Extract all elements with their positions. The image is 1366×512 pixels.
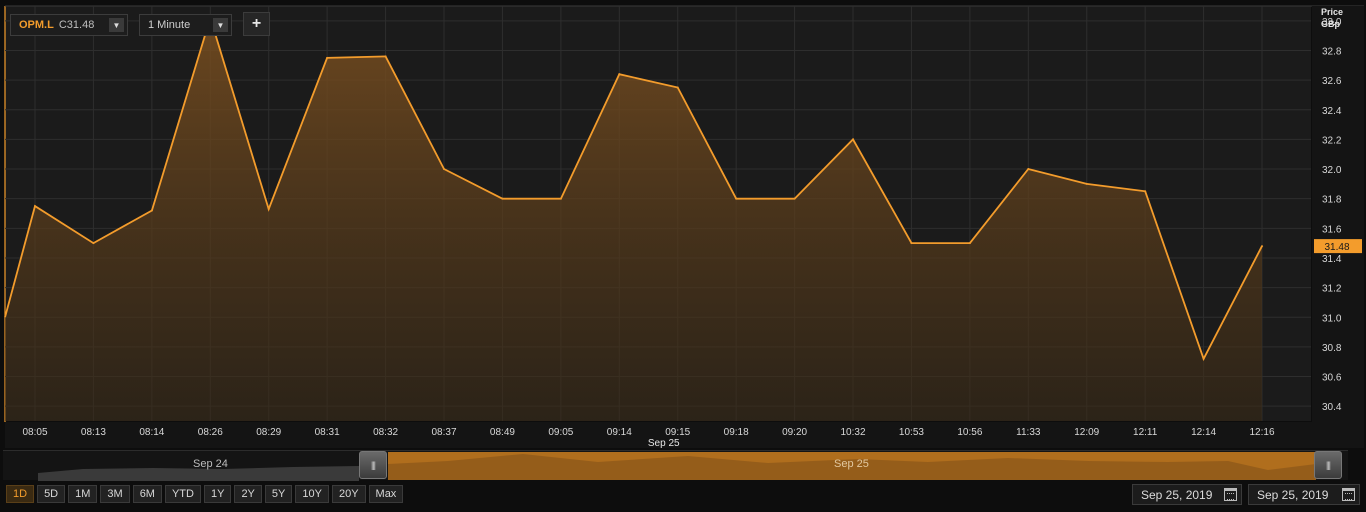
data-point (852, 138, 855, 141)
x-tick-label: 08:13 (81, 427, 106, 438)
x-tick-label: 08:32 (373, 427, 398, 438)
chart-frame: 33.0 32.8 32.6 32.4 32.2 32.0 31.8 31.6 31.4 31.2… (0, 0, 1366, 512)
range-button-1d[interactable]: 1D (6, 485, 35, 503)
range-button-10y[interactable]: 10Y (295, 485, 329, 503)
navigator-label-current: Sep 25 (834, 458, 869, 470)
navigator-right-handle[interactable]: ||| (1314, 451, 1342, 479)
y-tick-label: 30.8 (1322, 343, 1342, 354)
y-tick-label: 32.2 (1322, 135, 1342, 146)
y-tick-label: 32.8 (1322, 46, 1342, 57)
range-button-ytd[interactable]: YTD (164, 485, 201, 503)
x-tick-label: 10:53 (899, 427, 924, 438)
y-tick-label: 31.6 (1322, 224, 1342, 235)
range-button-5y[interactable]: 5Y (264, 485, 293, 503)
data-point (384, 55, 387, 58)
x-tick-label: 08:14 (139, 427, 164, 438)
x-tick-label: 10:32 (841, 427, 866, 438)
data-point (1027, 168, 1030, 171)
close-value: C31.48 (59, 19, 94, 31)
data-point (150, 209, 153, 212)
data-point (92, 242, 95, 245)
data-point (1144, 190, 1147, 193)
data-point (1085, 182, 1088, 185)
y-axis-title: Price GBp (1321, 6, 1343, 30)
interval-dropdown-arrow-icon[interactable]: ▼ (213, 18, 228, 32)
x-tick-label: 09:18 (724, 427, 749, 438)
x-tick-label: 09:15 (665, 427, 690, 438)
x-tick-label: 08:26 (198, 427, 223, 438)
data-point (676, 86, 679, 89)
range-button-1y[interactable]: 1Y (203, 485, 232, 503)
calendar-icon[interactable] (1342, 488, 1355, 501)
interval-label: 1 Minute (148, 19, 191, 31)
last-price-tag-label: 31.48 (1324, 242, 1349, 253)
data-point (34, 205, 36, 208)
date-to-value: Sep 25, 2019 (1257, 487, 1329, 502)
date-from-field[interactable]: Sep 25, 2019 (1132, 484, 1242, 505)
x-tick-label: 08:31 (315, 427, 340, 438)
navigator-left-handle[interactable]: ||| (359, 451, 387, 479)
data-point (1261, 245, 1264, 248)
data-point (1202, 357, 1205, 360)
x-tick-label: 08:49 (490, 427, 515, 438)
x-date-label: Sep 25 (648, 438, 680, 449)
y-tick-label: 31.4 (1322, 254, 1342, 265)
last-price-tag: 31.48 (1314, 239, 1362, 254)
data-point (910, 242, 913, 245)
data-point (793, 197, 796, 200)
x-tick-label: 12:16 (1250, 427, 1275, 438)
y-tick-label: 30.4 (1322, 402, 1342, 413)
y-axis-title-price: Price (1321, 7, 1344, 17)
calendar-icon[interactable] (1224, 488, 1237, 501)
symbol-label: OPM.L (19, 19, 54, 31)
y-tick-label: 30.6 (1322, 373, 1342, 384)
y-axis-title-unit: GBp (1321, 19, 1340, 29)
y-tick-label: 31.8 (1322, 195, 1342, 206)
interval-selector[interactable]: 1 Minute ▼ (139, 14, 232, 36)
range-button-20y[interactable]: 20Y (331, 485, 366, 503)
x-tick-label: 08:29 (256, 427, 281, 438)
range-button-bar: 1D 5D 1M 3M 6M YTD 1Y 2Y 5Y 10Y 20Y Max (6, 485, 404, 503)
x-tick-label: 09:20 (782, 427, 807, 438)
range-button-1m[interactable]: 1M (68, 485, 98, 503)
price-chart: 33.032.832.632.432.232.031.831.631.431.2… (4, 5, 1364, 449)
x-tick-label: 12:11 (1133, 427, 1158, 438)
right-axis-background (1312, 6, 1364, 422)
range-button-max[interactable]: Max (368, 485, 404, 503)
range-button-5d[interactable]: 5D (37, 485, 66, 503)
x-tick-label: 11:33 (1016, 427, 1041, 438)
navigator-label-prev: Sep 24 (193, 458, 228, 470)
x-tick-label: 09:05 (548, 427, 573, 438)
add-button[interactable]: + (243, 12, 270, 36)
y-tick-label: 31.0 (1322, 313, 1342, 324)
date-from-value: Sep 25, 2019 (1141, 487, 1213, 502)
x-tick-label: 09:14 (607, 427, 632, 438)
y-tick-label: 32.6 (1322, 76, 1342, 87)
data-point (267, 208, 270, 211)
close-value-number: 31.48 (66, 19, 95, 31)
y-tick-label: 32.4 (1322, 106, 1342, 117)
data-point (735, 197, 738, 200)
data-point (326, 56, 329, 59)
x-tick-label: 12:14 (1191, 427, 1216, 438)
x-tick-label: 12:09 (1074, 427, 1099, 438)
close-prefix: C (58, 19, 67, 31)
x-tick-label: 10:56 (957, 427, 982, 438)
y-tick-label: 31.2 (1322, 284, 1342, 295)
x-tick-label: 08:05 (22, 427, 47, 438)
data-point (968, 242, 971, 245)
y-tick-label: 32.0 (1322, 165, 1342, 176)
data-point (501, 197, 504, 200)
range-button-3m[interactable]: 3M (100, 485, 130, 503)
x-tick-label: 08:37 (431, 427, 456, 438)
data-point (443, 168, 446, 171)
data-point (559, 197, 562, 200)
symbol-selector[interactable]: OPM.L C31.48 ▼ (10, 14, 128, 36)
range-button-6m[interactable]: 6M (132, 485, 162, 503)
date-to-field[interactable]: Sep 25, 2019 (1248, 484, 1360, 505)
data-point (618, 73, 621, 76)
range-button-2y[interactable]: 2Y (234, 485, 262, 503)
symbol-dropdown-arrow-icon[interactable]: ▼ (109, 18, 124, 32)
